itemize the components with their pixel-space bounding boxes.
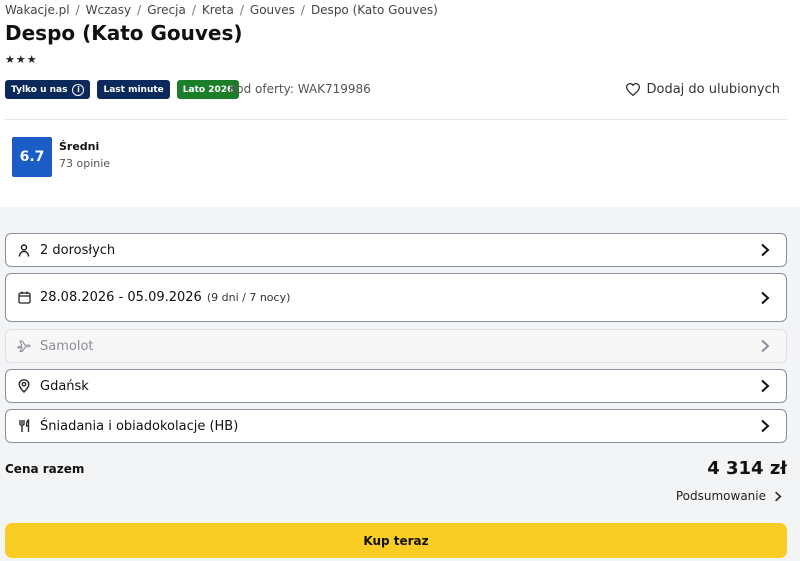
breadcrumb-separator: / [75, 3, 80, 17]
summary-link[interactable]: Podsumowanie [676, 489, 782, 503]
badge-group: Tylko u nas i Last minute Lato 2026 [5, 80, 240, 99]
chevron-right-icon [761, 379, 770, 393]
breadcrumb-link-kreta[interactable]: Kreta [202, 3, 234, 17]
divider [5, 119, 788, 120]
total-price-label: Cena razem [5, 462, 85, 476]
breadcrumb-separator: / [137, 3, 142, 17]
rating-score: 6.7 [12, 137, 52, 177]
breadcrumb: Wakacje.pl / Wczasy / Grecja / Kreta / Gouves / De… [5, 3, 438, 17]
breadcrumb-link-grecja[interactable]: Grecja [147, 3, 186, 17]
breadcrumb-link-wczasy[interactable]: Wczasy [86, 3, 131, 17]
breadcrumb-separator: / [191, 3, 196, 17]
hotel-stars: ★★★ [5, 53, 38, 66]
departure-city-value: Gdańsk [40, 378, 89, 394]
plane-icon [16, 338, 32, 354]
calendar-icon [16, 290, 32, 306]
badge-exclusive[interactable]: Tylko u nas i [5, 80, 91, 99]
transport-value: Samolot [40, 338, 94, 354]
breadcrumb-link-home[interactable]: Wakacje.pl [5, 3, 70, 17]
person-icon [16, 242, 32, 258]
offer-code: Kod oferty: WAK719986 [229, 82, 371, 96]
badge-last-minute: Last minute [97, 80, 170, 99]
info-icon[interactable]: i [72, 83, 85, 96]
heart-icon [625, 83, 640, 96]
departure-city-selector[interactable]: Gdańsk [5, 369, 787, 403]
chevron-right-icon [761, 339, 770, 353]
breadcrumb-separator: / [239, 3, 244, 17]
cutlery-icon [16, 418, 32, 434]
duration-value: (9 dni / 7 nocy) [206, 291, 291, 304]
transport-selector: Samolot [5, 329, 787, 363]
dates-value: 28.08.2026 - 05.09.2026 [40, 290, 202, 305]
breadcrumb-separator: / [300, 3, 305, 17]
chevron-right-icon [761, 291, 770, 304]
chevron-right-icon [761, 243, 770, 257]
breadcrumb-link-gouves[interactable]: Gouves [250, 3, 295, 17]
total-price-value: 4 314 zł [707, 458, 787, 479]
dates-selector[interactable]: 28.08.2026 - 05.09.2026 (9 dni / 7 nocy) [5, 273, 787, 322]
breadcrumb-current: Despo (Kato Gouves) [310, 3, 438, 17]
badge-last-minute-label: Last minute [103, 84, 164, 95]
hotel-title: Despo (Kato Gouves) [5, 21, 243, 45]
location-pin-icon [16, 378, 32, 394]
add-to-favorites-button[interactable]: Dodaj do ulubionych [625, 82, 781, 97]
rating-label: Średni [59, 140, 100, 153]
badge-exclusive-label: Tylko u nas [11, 84, 68, 95]
buy-now-button[interactable]: Kup teraz [5, 523, 787, 558]
chevron-right-icon [761, 419, 770, 433]
travelers-value: 2 dorosłych [40, 242, 116, 258]
summary-link-label: Podsumowanie [675, 489, 766, 503]
board-type-selector[interactable]: Śniadania i obiadokolacje (HB) [5, 409, 787, 443]
add-to-favorites-label: Dodaj do ulubionych [646, 82, 781, 97]
travelers-selector[interactable]: 2 dorosłych [5, 233, 787, 267]
badge-season-label: Lato 2026 [182, 84, 234, 95]
board-type-value: Śniadania i obiadokolacje (HB) [40, 418, 239, 434]
rating-count[interactable]: 73 opinie [59, 157, 110, 170]
chevron-right-icon [775, 491, 782, 501]
